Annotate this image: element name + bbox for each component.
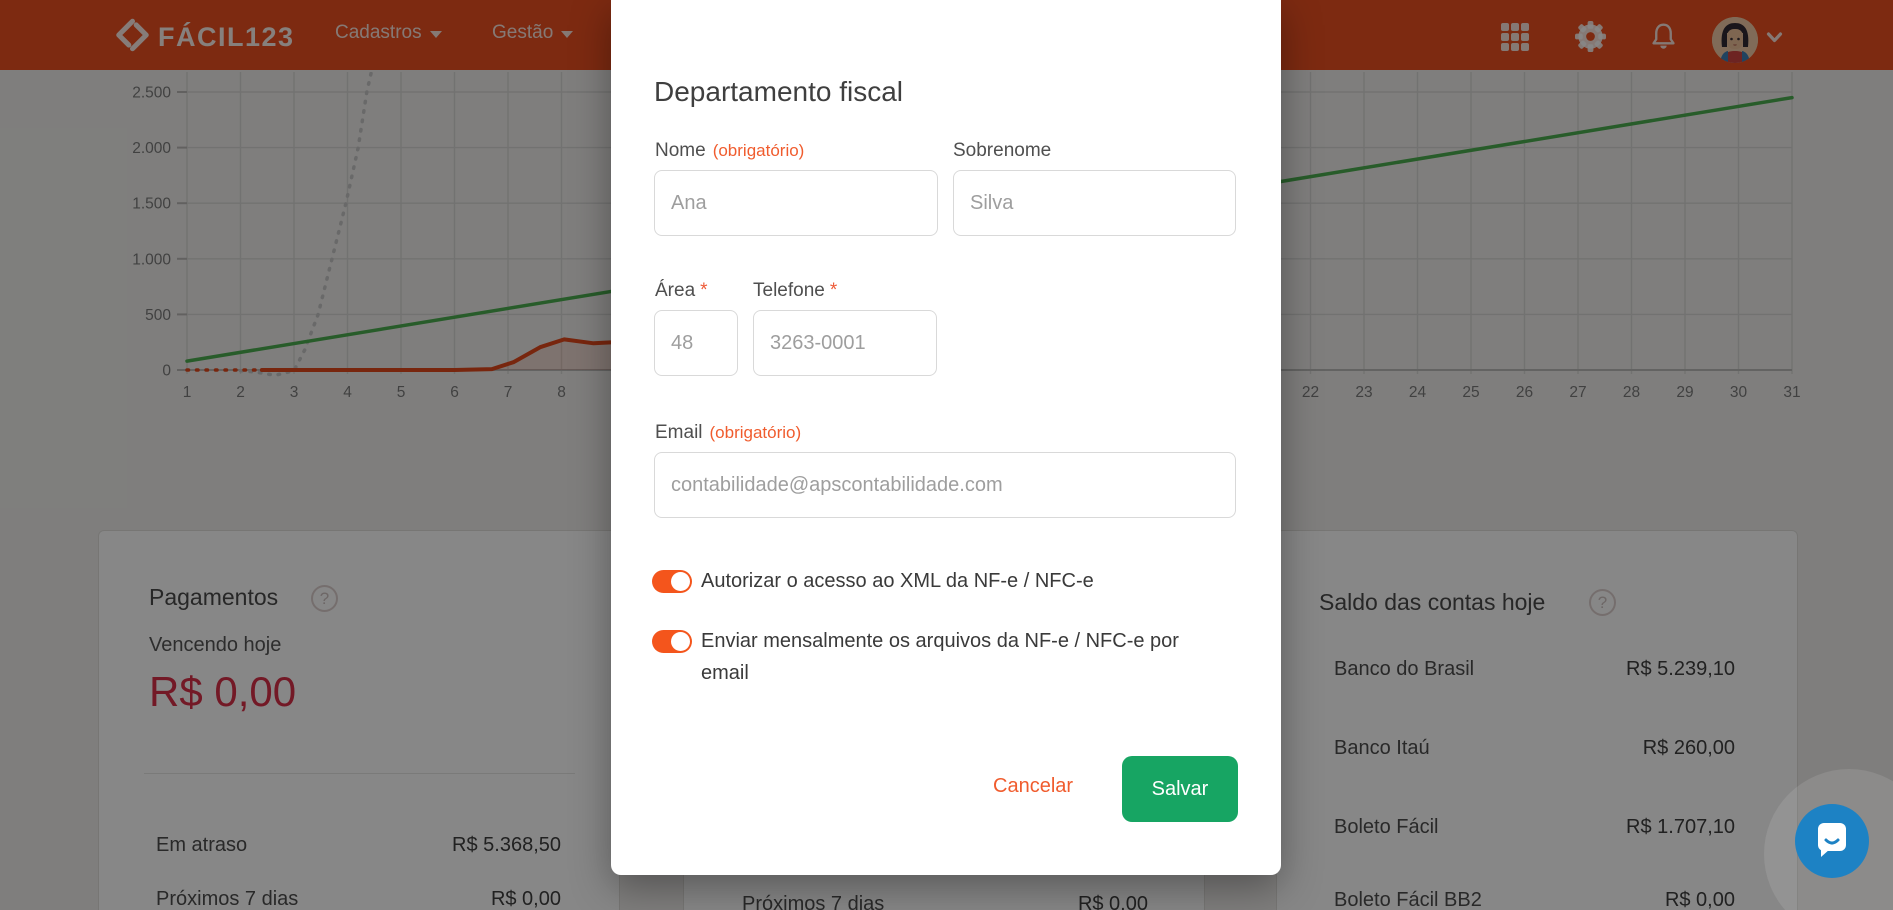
nome-label: Nome (obrigatório): [655, 140, 804, 162]
app-screen: FÁCIL123 Cadastros Gestão: [0, 0, 1893, 910]
modal-title: Departamento fiscal: [654, 76, 903, 108]
nome-field[interactable]: [654, 170, 938, 236]
toggle-enviar-mensal-label: Enviar mensalmente os arquivos da NF-e /…: [701, 625, 1201, 689]
telefone-required-mark: *: [830, 280, 837, 301]
area-label-text: Área: [655, 280, 695, 301]
toggle-knob: [671, 572, 690, 591]
telefone-field[interactable]: [753, 310, 937, 376]
cancel-button[interactable]: Cancelar: [993, 775, 1073, 798]
area-field[interactable]: [654, 310, 738, 376]
toggle-enviar-mensal[interactable]: [652, 630, 692, 653]
chat-bubble-icon: [1813, 819, 1851, 864]
telefone-label-text: Telefone: [753, 280, 825, 301]
toggle-autorizar-xml[interactable]: [652, 570, 692, 593]
save-button[interactable]: Salvar: [1122, 756, 1238, 822]
toggle-autorizar-xml-label: Autorizar o acesso ao XML da NF-e / NFC-…: [701, 565, 1221, 597]
email-label-text: Email: [655, 422, 703, 443]
nome-required-note: (obrigatório): [713, 141, 805, 160]
chat-button[interactable]: [1795, 804, 1869, 878]
telefone-label: Telefone*: [753, 280, 837, 302]
sobrenome-field[interactable]: [953, 170, 1236, 236]
email-field[interactable]: [654, 452, 1236, 518]
sobrenome-label: Sobrenome: [953, 140, 1051, 162]
toggle-knob: [671, 632, 690, 651]
email-label: Email (obrigatório): [655, 422, 801, 444]
area-label: Área*: [655, 280, 708, 302]
email-required-note: (obrigatório): [710, 423, 802, 442]
departamento-fiscal-modal: Departamento fiscal Nome (obrigatório) So…: [611, 0, 1281, 875]
area-required-mark: *: [700, 280, 707, 301]
nome-label-text: Nome: [655, 140, 706, 161]
